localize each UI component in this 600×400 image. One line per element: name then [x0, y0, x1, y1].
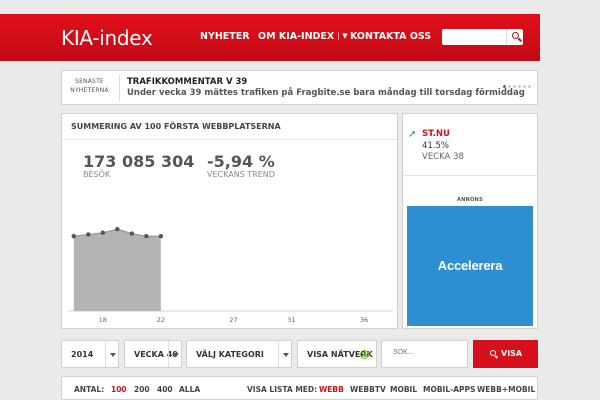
list-type-webbtv[interactable]: WEBBTV — [350, 385, 386, 394]
count-option-100[interactable]: 100 — [111, 385, 127, 394]
chart-x-tick-label: 27 — [229, 316, 237, 324]
nav-om-kia-index-label: OM KIA-INDEX — [258, 31, 335, 42]
news-ticker: SENASTE NYHETERNA TRAFIKKOMMENTAR V 39 U… — [61, 70, 538, 105]
ticker-news-text[interactable]: Under vecka 39 mättes trafiken på Fragbi… — [127, 88, 525, 98]
header-search-input[interactable] — [445, 30, 503, 44]
header-search — [442, 29, 523, 45]
top-site-name[interactable]: ST.NU — [422, 129, 450, 139]
chevron-down-icon: ▼ — [338, 32, 348, 40]
chart-x-tick-label: 36 — [360, 316, 368, 324]
nav-om-kia-index[interactable]: OM KIA-INDEX ▼ — [258, 31, 348, 42]
panel-divider — [403, 175, 537, 176]
list-type-webb-mobil[interactable]: WEBB+MOBIL — [477, 385, 535, 394]
chart-x-tick-label: 31 — [287, 316, 295, 324]
visa-button-label: VISA — [501, 349, 523, 358]
nav-kontakta-oss[interactable]: KONTAKTA OSS — [350, 31, 431, 42]
list-type-mobil-apps[interactable]: MOBIL-APPS — [423, 385, 475, 394]
count-option-400[interactable]: 400 — [157, 385, 173, 394]
week-select[interactable]: VECKA 40 — [124, 340, 182, 368]
ticker-slide-dot[interactable] — [508, 85, 511, 88]
ticker-label-line1: SENASTE — [75, 78, 104, 85]
chart-area-series — [73, 229, 161, 311]
top-site-week: VECKA 38 — [422, 152, 464, 162]
visa-button[interactable]: VISA — [473, 340, 538, 368]
chevron-down-icon — [105, 341, 118, 367]
ticker-news-title[interactable]: TRAFIKKOMMENTAR V 39 — [127, 77, 247, 87]
ticker-slide-dot[interactable] — [528, 85, 531, 88]
arrow-up-icon: ➚ — [408, 129, 417, 140]
list-type-label: VISA LISTA MED: — [247, 385, 318, 394]
nav-nyheter[interactable]: NYHETER — [200, 31, 250, 42]
count-label: ANTAL: — [74, 385, 105, 394]
ticker-slide-dot[interactable] — [503, 85, 506, 88]
site-header: KIA-index NYHETER OM KIA-INDEX ▼ KONTAKTA… — [0, 14, 540, 61]
chart-x-tick-label: 18 — [99, 316, 107, 324]
count-option-200[interactable]: 200 — [134, 385, 150, 394]
ad-text: Accelerera — [437, 258, 503, 273]
top-site-panel: ➚ ST.NU 41.5% VECKA 38 ANNONS Accelerera — [402, 113, 538, 329]
ticker-slide-dot[interactable] — [523, 85, 526, 88]
header-search-button[interactable] — [506, 29, 523, 45]
list-type-mobil[interactable]: MOBIL — [390, 385, 417, 394]
chevron-down-icon — [278, 341, 291, 367]
category-select[interactable]: VÄLJ KATEGORI — [186, 340, 292, 368]
search-icon — [512, 32, 519, 39]
chevron-down-icon — [168, 341, 181, 367]
chart-point[interactable] — [158, 233, 164, 239]
ticker-slide-dot[interactable] — [513, 85, 516, 88]
radio-icon[interactable] — [360, 350, 369, 359]
chart-point[interactable] — [115, 227, 120, 232]
chart-point[interactable] — [71, 233, 77, 239]
ticker-divider — [119, 75, 120, 101]
ticker-label: SENASTE NYHETERNA — [62, 77, 117, 95]
chart-point[interactable] — [86, 232, 91, 237]
summary-panel: SUMMERING AV 100 FÖRSTA WEBBPLATSERNA 17… — [61, 113, 398, 329]
ad-label: ANNONS — [456, 197, 484, 203]
ticker-label-line2: NYHETERNA — [70, 87, 109, 94]
chart-x-tick-label: 22 — [157, 316, 165, 324]
search-icon — [490, 350, 496, 356]
year-select[interactable]: 2014 — [61, 340, 119, 368]
visits-chart: 18 22 27 31 36 — [68, 227, 393, 324]
top-site-percent: 41.5% — [422, 141, 450, 151]
site-search — [381, 340, 468, 368]
ticker-pagination — [501, 73, 531, 92]
year-select-value: 2014 — [71, 350, 94, 359]
advertisement-banner[interactable]: Accelerera — [407, 206, 533, 326]
chart-point[interactable] — [100, 230, 106, 235]
kia-index-logo[interactable]: KIA-index — [61, 26, 153, 50]
list-options-bar: ANTAL: 100 200 400 ALLA VISA LISTA MED: … — [61, 376, 538, 400]
list-type-webb[interactable]: WEBB — [319, 385, 344, 394]
count-option-all[interactable]: ALLA — [179, 385, 200, 394]
site-search-input[interactable] — [393, 349, 463, 356]
network-toggle[interactable]: VISA NÄTVERK — [297, 340, 377, 368]
category-select-value: VÄLJ KATEGORI — [196, 350, 264, 359]
chart-point[interactable] — [144, 233, 149, 239]
ticker-slide-dot[interactable] — [518, 85, 521, 88]
chart-point[interactable] — [129, 231, 135, 236]
